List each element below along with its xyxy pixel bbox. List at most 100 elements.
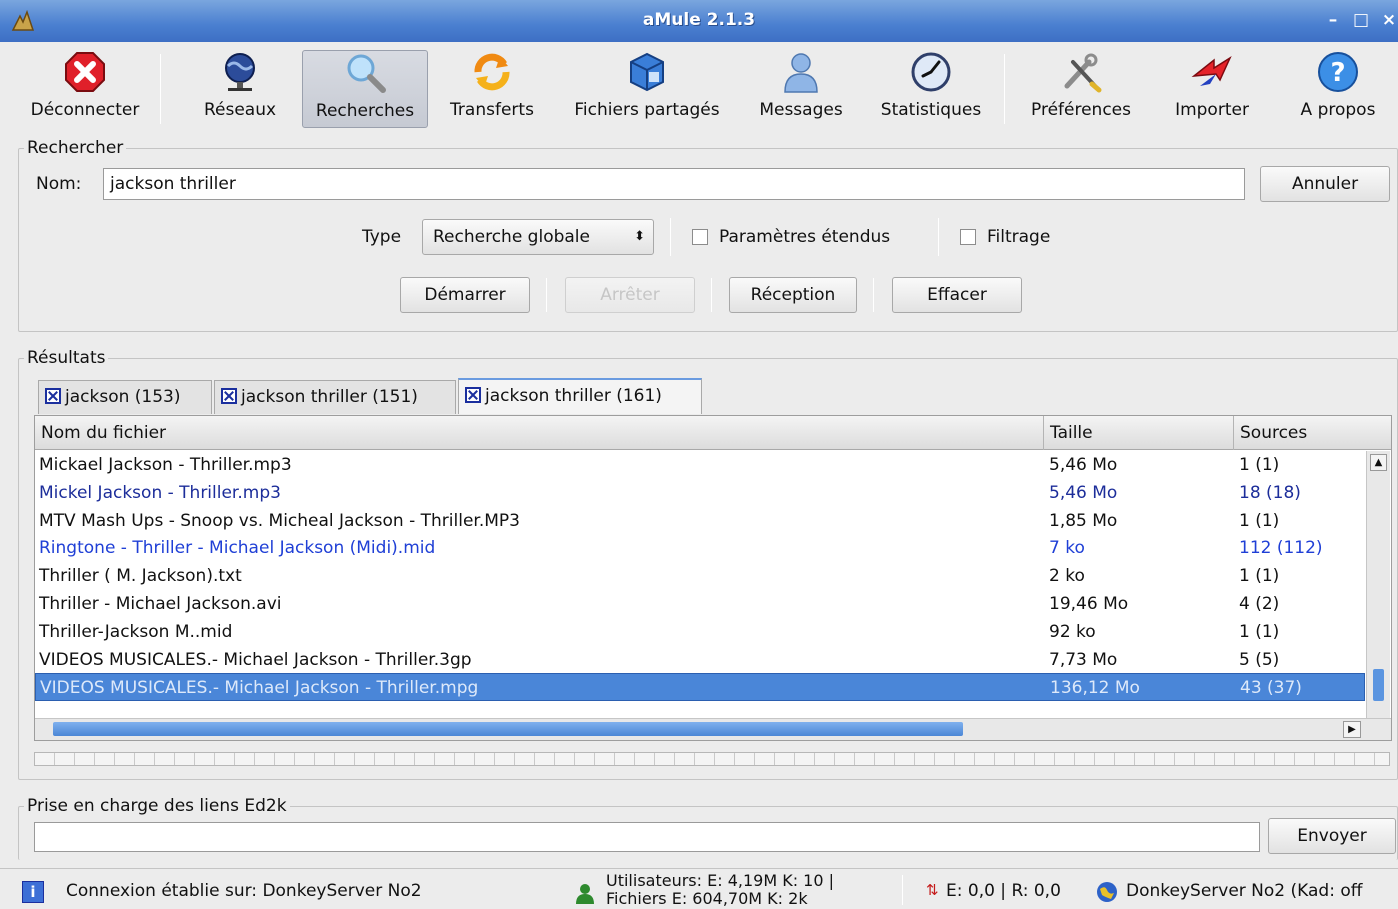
messages-button[interactable]: Messages xyxy=(748,50,854,128)
table-row[interactable]: Thriller-Jackson M..mid 92 ko 1 (1) xyxy=(35,618,1365,646)
clear-button[interactable]: Effacer xyxy=(892,277,1022,313)
shared-files-button[interactable]: Fichiers partagés xyxy=(560,50,734,128)
preferences-icon xyxy=(1064,53,1102,93)
table-row[interactable]: Thriller ( M. Jackson).txt 2 ko 1 (1) xyxy=(35,562,1365,590)
users-icon xyxy=(574,883,596,905)
svg-text:?: ? xyxy=(1330,58,1345,88)
toolbar-separator xyxy=(1004,54,1005,124)
statistics-label: Statistiques xyxy=(880,100,982,120)
cell-filename: Ringtone - Thriller - Michael Jackson (M… xyxy=(39,538,436,559)
cell-size: 7,73 Mo xyxy=(1049,649,1118,670)
tab-search-3[interactable]: jackson thriller (161) xyxy=(458,378,702,414)
stop-button[interactable]: Arrêter xyxy=(565,277,695,313)
tab-search-2[interactable]: jackson thriller (151) xyxy=(214,380,456,414)
cell-size: 2 ko xyxy=(1049,566,1085,587)
connection-status: Connexion établie sur: DonkeyServer No2 xyxy=(66,881,422,901)
cell-filename: VIDEOS MUSICALES.- Michael Jackson - Thr… xyxy=(39,649,472,670)
receive-button[interactable]: Réception xyxy=(729,277,857,313)
vertical-scrollbar[interactable]: ▲ xyxy=(1366,451,1390,719)
users-status: Utilisateurs: E: 4,19M K: 10 | xyxy=(606,871,835,890)
about-button[interactable]: ? A propos xyxy=(1288,50,1388,128)
maximize-button[interactable]: □ xyxy=(1350,9,1372,31)
cell-size: 7 ko xyxy=(1049,538,1085,559)
column-header-sources[interactable]: Sources xyxy=(1234,416,1391,450)
send-button[interactable]: Envoyer xyxy=(1268,818,1396,854)
close-tab-icon[interactable] xyxy=(465,387,481,403)
cell-sources: 1 (1) xyxy=(1239,510,1280,531)
statistics-button[interactable]: Statistiques xyxy=(868,50,994,128)
about-icon: ? xyxy=(1318,52,1358,92)
disconnect-button[interactable]: Déconnecter xyxy=(18,50,152,128)
table-row[interactable]: MTV Mash Ups - Snoop vs. Micheal Jackson… xyxy=(35,507,1365,535)
close-tab-icon[interactable] xyxy=(45,388,61,404)
type-label: Type xyxy=(362,227,402,247)
cell-sources: 1 (1) xyxy=(1239,621,1280,642)
cancel-button[interactable]: Annuler xyxy=(1260,166,1390,202)
files-status: Fichiers E: 604,70M K: 2k xyxy=(606,889,808,908)
close-tab-icon[interactable] xyxy=(221,388,237,404)
import-button[interactable]: Importer xyxy=(1162,50,1262,128)
rates-status: E: 0,0 | R: 0,0 xyxy=(946,881,1061,901)
preferences-button[interactable]: Préférences xyxy=(1018,50,1144,128)
cell-size: 92 ko xyxy=(1049,621,1096,642)
networks-label: Réseaux xyxy=(203,100,277,120)
scroll-up-arrow-icon[interactable]: ▲ xyxy=(1370,454,1387,471)
search-input[interactable]: jackson thriller xyxy=(103,168,1245,200)
cell-sources: 1 (1) xyxy=(1239,455,1280,475)
transfers-button[interactable]: Transferts xyxy=(440,50,544,128)
cell-filename: VIDEOS MUSICALES.- Michael Jackson - Thr… xyxy=(40,678,479,699)
shared-files-icon xyxy=(630,52,664,92)
horizontal-scrollbar[interactable]: ▶ xyxy=(35,718,1391,740)
tab-label: jackson thriller (151) xyxy=(241,387,418,407)
tab-search-1[interactable]: jackson (153) xyxy=(38,380,212,414)
horizontal-scroll-thumb[interactable] xyxy=(53,722,963,736)
networks-button[interactable]: Réseaux xyxy=(190,50,290,128)
separator xyxy=(902,875,903,905)
title-bar: aMule 2.1.3 – □ × xyxy=(0,0,1398,42)
search-icon xyxy=(347,54,386,93)
info-icon: i xyxy=(22,881,44,903)
column-header-filename[interactable]: Nom du fichier xyxy=(35,416,1044,450)
disconnect-icon xyxy=(65,52,105,92)
import-label: Importer xyxy=(1175,100,1249,120)
server-globe-icon xyxy=(1096,881,1118,903)
close-button[interactable]: × xyxy=(1378,9,1398,31)
separator xyxy=(873,278,874,312)
searches-label: Recherches xyxy=(315,101,415,121)
searches-button[interactable]: Recherches xyxy=(302,50,428,128)
table-row[interactable]: Thriller - Michael Jackson.avi 19,46 Mo 4 … xyxy=(35,590,1365,618)
column-header-size[interactable]: Taille xyxy=(1044,416,1234,450)
updown-arrow-icon: ⬍ xyxy=(634,229,645,244)
extended-params-checkbox[interactable] xyxy=(692,229,708,245)
vertical-scroll-thumb[interactable] xyxy=(1373,669,1384,701)
filter-checkbox[interactable] xyxy=(960,229,976,245)
ed2k-group-title: Prise en charge des liens Ed2k xyxy=(24,796,290,816)
table-header: Nom du fichier Taille Sources xyxy=(35,416,1391,450)
transfer-arrows-icon: ⇅ xyxy=(926,881,939,899)
table-row[interactable]: Ringtone - Thriller - Michael Jackson (M… xyxy=(35,534,1365,562)
main-toolbar: Déconnecter Réseaux Recherches Transfert… xyxy=(0,42,1398,132)
disconnect-label: Déconnecter xyxy=(30,100,140,120)
ed2k-link-input[interactable] xyxy=(34,822,1260,852)
table-row[interactable]: VIDEOS MUSICALES.- Michael Jackson - Thr… xyxy=(35,646,1365,674)
status-bar: i Connexion établie sur: DonkeyServer No… xyxy=(0,868,1398,909)
table-row[interactable]: VIDEOS MUSICALES.- Michael Jackson - Thr… xyxy=(35,673,1365,702)
cell-filename: Thriller-Jackson M..mid xyxy=(39,621,233,642)
cell-sources: 4 (2) xyxy=(1239,594,1280,614)
minimize-button[interactable]: – xyxy=(1322,9,1344,31)
search-progress-bar xyxy=(34,752,1390,766)
table-row[interactable]: Mickael Jackson - Thriller.mp3 5,46 Mo 1 (… xyxy=(35,451,1365,479)
cell-size: 5,46 Mo xyxy=(1049,455,1118,475)
about-label: A propos xyxy=(1300,100,1376,120)
transfers-label: Transferts xyxy=(450,100,534,120)
cell-size: 1,85 Mo xyxy=(1049,510,1118,531)
users-files-status: Utilisateurs: E: 4,19M K: 10 | Fichiers … xyxy=(606,871,835,908)
scroll-right-arrow-icon[interactable]: ▶ xyxy=(1343,721,1361,738)
search-type-select[interactable]: Recherche globale ⬍ xyxy=(422,219,654,255)
cell-filename: Mickel Jackson - Thriller.mp3 xyxy=(39,482,281,503)
cell-sources: 18 (18) xyxy=(1239,482,1301,503)
tab-label: jackson thriller (161) xyxy=(485,386,662,406)
table-row[interactable]: Mickel Jackson - Thriller.mp3 5,46 Mo 18 (… xyxy=(35,479,1365,507)
messages-label: Messages xyxy=(759,100,843,120)
start-button[interactable]: Démarrer xyxy=(400,277,530,313)
